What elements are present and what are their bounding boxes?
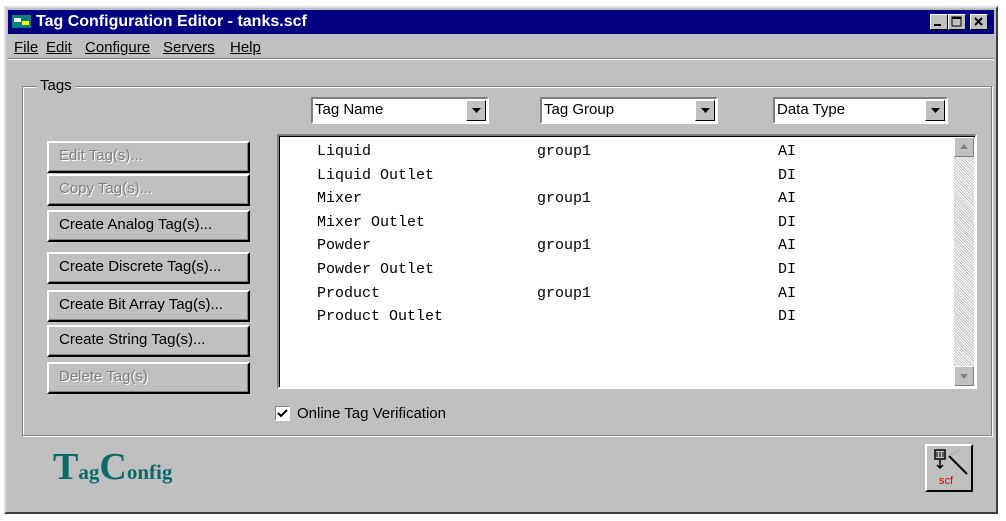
create-bit-array-tags-button[interactable]: Create Bit Array Tag(s)... xyxy=(47,290,250,322)
table-row[interactable]: Mixer group1 AI xyxy=(279,187,955,211)
column-tag-name-dropdown-button[interactable] xyxy=(466,100,486,121)
scroll-up-button[interactable] xyxy=(954,137,974,157)
create-string-tags-button[interactable]: Create String Tag(s)... xyxy=(47,325,250,357)
column-data-type-select[interactable]: Data Type xyxy=(773,97,948,124)
create-discrete-tags-button[interactable]: Create Discrete Tag(s)... xyxy=(47,252,250,284)
menu-separator xyxy=(8,58,994,60)
menu-help[interactable]: Help xyxy=(230,39,261,57)
app-icon xyxy=(12,15,31,28)
menu-servers[interactable]: Servers xyxy=(163,39,215,57)
create-analog-tags-button[interactable]: Create Analog Tag(s)... xyxy=(47,210,250,242)
table-row[interactable]: Powder Outlet DI xyxy=(279,258,955,282)
copy-tags-button[interactable]: Copy Tag(s)... xyxy=(47,174,250,206)
table-row[interactable]: Mixer Outlet DI xyxy=(279,211,955,235)
column-data-type-dropdown-button[interactable] xyxy=(925,100,945,121)
tag-name-cell: Mixer Outlet xyxy=(317,214,426,231)
column-tag-group-select[interactable]: Tag Group xyxy=(540,97,718,124)
window-title: Tag Configuration Editor - tanks.scf xyxy=(36,13,307,30)
scf-file-button[interactable]: scf xyxy=(925,444,973,492)
tag-type-cell: AI xyxy=(778,237,797,254)
tag-group-cell: group1 xyxy=(537,143,592,160)
edit-tags-button[interactable]: Edit Tag(s)... xyxy=(47,141,250,173)
column-tag-group-dropdown-button[interactable] xyxy=(695,100,715,121)
tag-type-cell: DI xyxy=(778,308,797,325)
close-button[interactable] xyxy=(970,14,988,30)
tag-type-cell: DI xyxy=(778,167,797,184)
tag-group-cell: group1 xyxy=(537,237,592,254)
table-row[interactable]: Powder group1 AI xyxy=(279,234,955,258)
checkmark-icon xyxy=(277,409,288,418)
table-row[interactable]: Liquid Outlet DI xyxy=(279,164,955,188)
minimize-button[interactable] xyxy=(930,14,948,30)
menu-edit[interactable]: Edit xyxy=(46,39,72,57)
online-verification-checkbox[interactable] xyxy=(275,406,290,421)
delete-tags-button[interactable]: Delete Tag(s) xyxy=(47,362,250,394)
close-icon xyxy=(974,17,983,26)
menu-bar: File Edit Configure Servers Help xyxy=(8,36,994,58)
tag-list[interactable]: Liquid group1 AI Liquid Outlet DI Mixer … xyxy=(277,134,977,389)
arrow-up-icon xyxy=(960,144,968,149)
tag-name-cell: Powder Outlet xyxy=(317,261,435,278)
column-data-type-label: Data Type xyxy=(777,101,846,118)
tag-name-cell: Liquid xyxy=(317,143,372,160)
tag-name-cell: Product Outlet xyxy=(317,308,444,325)
tag-type-cell: AI xyxy=(778,285,797,302)
scf-button-label: scf xyxy=(939,475,954,487)
logo-text-ag: ag xyxy=(78,460,100,484)
tag-name-cell: Powder xyxy=(317,237,372,254)
column-tag-name-select[interactable]: Tag Name xyxy=(311,97,489,124)
tags-group-label: Tags xyxy=(36,78,76,94)
chevron-down-icon xyxy=(931,108,940,113)
table-row[interactable]: Product Outlet DI xyxy=(279,305,955,329)
scroll-down-button[interactable] xyxy=(954,366,974,386)
arrow-down-icon xyxy=(960,374,968,379)
maximize-icon xyxy=(951,16,962,27)
logo-letter-c: C xyxy=(99,446,127,488)
chevron-down-icon xyxy=(472,108,481,113)
title-bar[interactable]: Tag Configuration Editor - tanks.scf xyxy=(8,10,994,34)
tag-group-cell: group1 xyxy=(537,190,592,207)
tag-type-cell: AI xyxy=(778,143,797,160)
tag-name-cell: Product xyxy=(317,285,381,302)
chevron-down-icon xyxy=(701,108,710,113)
menu-configure[interactable]: Configure xyxy=(85,39,150,57)
maximize-button[interactable] xyxy=(948,14,966,30)
table-row[interactable]: Liquid group1 AI xyxy=(279,140,955,164)
column-tag-name-label: Tag Name xyxy=(315,101,384,118)
tag-list-scrollbar[interactable] xyxy=(954,137,974,386)
menu-file[interactable]: File xyxy=(14,39,38,57)
tag-type-cell: DI xyxy=(778,261,797,278)
tag-group-cell: group1 xyxy=(537,285,592,302)
logo-letter-t: T xyxy=(53,446,79,488)
tag-name-cell: Mixer xyxy=(317,190,363,207)
tag-type-cell: DI xyxy=(778,214,797,231)
table-row[interactable]: Product group1 AI xyxy=(279,282,955,306)
tagconfig-logo: TagConfig xyxy=(53,445,172,489)
tag-name-cell: Liquid Outlet xyxy=(317,167,435,184)
minimize-icon xyxy=(934,24,941,26)
column-tag-group-label: Tag Group xyxy=(544,101,615,118)
tag-type-cell: AI xyxy=(778,190,797,207)
logo-text-onfig: onfig xyxy=(126,460,173,484)
online-verification-label[interactable]: Online Tag Verification xyxy=(297,405,446,423)
scf-file-icon xyxy=(934,449,968,475)
